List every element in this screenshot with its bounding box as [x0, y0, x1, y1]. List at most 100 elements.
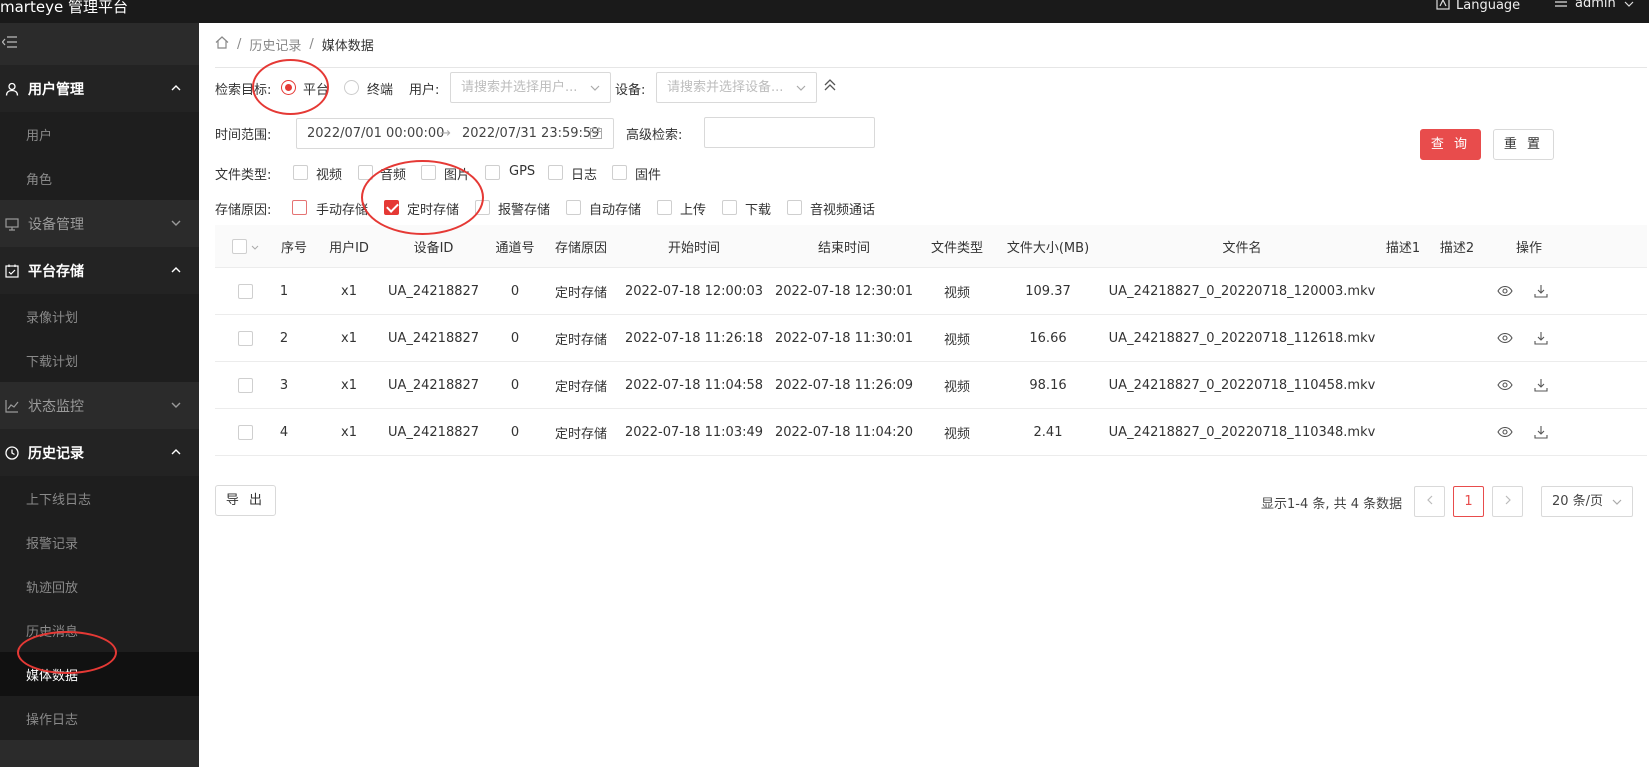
row-checkbox-cell[interactable]: [225, 268, 265, 314]
cell-file-name: UA_24218827_0_20220718_110458.mkv: [1108, 377, 1376, 393]
reason-download-checkbox[interactable]: [722, 200, 737, 215]
time-range-picker[interactable]: 2022/07/01 00:00:00 → 2022/07/31 23:59:5…: [296, 118, 614, 149]
row-checkbox[interactable]: [237, 377, 253, 393]
reason-manual-label[interactable]: 手动存储: [316, 199, 368, 218]
cell-file-name: UA_24218827_0_20220718_120003.mkv: [1108, 283, 1376, 299]
user-select[interactable]: 请搜索并选择用户...: [450, 72, 611, 103]
reason-scheduled-label[interactable]: 定时存储: [407, 199, 459, 218]
filetype-firmware-label[interactable]: 固件: [635, 164, 661, 183]
filetype-gps-checkbox[interactable]: [485, 165, 500, 180]
sidebar-item-alarm-records[interactable]: 报警记录: [0, 520, 199, 564]
menu-icon: [1555, 0, 1567, 11]
chevron-down-icon[interactable]: [251, 239, 259, 254]
filetype-video-checkbox[interactable]: [293, 165, 308, 180]
reason-upload-checkbox[interactable]: [657, 200, 672, 215]
sidebar-collapse-button[interactable]: [0, 23, 199, 65]
page-1-button[interactable]: 1: [1453, 486, 1484, 517]
filetype-image-checkbox[interactable]: [421, 165, 436, 180]
reason-upload-label[interactable]: 上传: [680, 199, 706, 218]
sidebar-item-history-messages[interactable]: 历史消息: [0, 608, 199, 652]
cell-file-type: 视频: [943, 285, 970, 301]
reason-manual-checkbox[interactable]: [292, 200, 307, 215]
page-size-select[interactable]: 20 条/页: [1541, 486, 1633, 517]
reason-alarm-checkbox[interactable]: [475, 200, 490, 215]
reason-alarm-label[interactable]: 报警存储: [498, 199, 550, 218]
download-icon[interactable]: [1521, 409, 1561, 455]
eye-icon[interactable]: [1485, 409, 1525, 455]
row-checkbox-cell[interactable]: [225, 409, 265, 455]
row-checkbox-cell[interactable]: [225, 362, 265, 408]
filetype-audio-checkbox[interactable]: [358, 165, 373, 180]
sidebar-item-record-plan[interactable]: 录像计划: [0, 294, 199, 338]
sidebar-item-online-log[interactable]: 上下线日志: [0, 476, 199, 520]
language-switcher[interactable]: Language: [1436, 0, 1520, 14]
sidebar-item-operation-log[interactable]: 操作日志: [0, 696, 199, 740]
table-row: 1 x1 UA_24218827 0 定时存储 2022-07-18 12:00…: [215, 268, 1647, 315]
filetype-image-label[interactable]: 图片: [444, 164, 470, 183]
row-checkbox[interactable]: [237, 283, 253, 299]
download-icon[interactable]: [1521, 268, 1561, 314]
filetype-gps-label[interactable]: GPS: [509, 164, 535, 179]
reason-auto-checkbox[interactable]: [566, 200, 581, 215]
sidebar-item-media-data[interactable]: 媒体数据: [0, 652, 199, 696]
eye-icon[interactable]: [1485, 362, 1525, 408]
sidebar-group-status-monitor[interactable]: 状态监控: [0, 382, 199, 429]
column-header: 设备ID: [413, 240, 454, 256]
sidebar-item-users[interactable]: 用户: [0, 112, 199, 156]
column-header: 通道号: [495, 240, 535, 256]
row-checkbox[interactable]: [237, 424, 253, 440]
sidebar-item-download-plan[interactable]: 下载计划: [0, 338, 199, 382]
filetype-audio-label[interactable]: 音频: [380, 164, 406, 183]
eye-icon[interactable]: [1485, 268, 1525, 314]
filetype-log-label[interactable]: 日志: [571, 164, 597, 183]
query-button[interactable]: 查 询: [1420, 129, 1481, 160]
device-select[interactable]: 请搜索并选择设备...: [656, 72, 817, 103]
next-page-button[interactable]: [1492, 486, 1523, 517]
reason-auto-label[interactable]: 自动存储: [589, 199, 641, 218]
time-start[interactable]: 2022/07/01 00:00:00: [307, 119, 444, 148]
target-platform-radio[interactable]: [281, 80, 296, 95]
row-checkbox[interactable]: [237, 330, 253, 346]
reset-button[interactable]: 重 置: [1493, 129, 1554, 160]
user-menu[interactable]: admin: [1555, 0, 1634, 11]
time-end[interactable]: 2022/07/31 23:59:59: [462, 119, 599, 148]
sidebar-group-history[interactable]: 历史记录: [0, 429, 199, 476]
prev-page-button[interactable]: [1414, 486, 1445, 517]
calendar-check-icon: [4, 263, 20, 279]
target-terminal-radio[interactable]: [344, 80, 359, 95]
filetype-firmware-checkbox[interactable]: [612, 165, 627, 180]
download-icon[interactable]: [1521, 362, 1561, 408]
sidebar-item-roles[interactable]: 角色: [0, 156, 199, 200]
advanced-search-label: 高级检索:: [626, 128, 683, 143]
reason-av-call-label[interactable]: 音视频通话: [810, 199, 875, 218]
filetype-video-label[interactable]: 视频: [316, 164, 342, 183]
cell-file-name: UA_24218827_0_20220718_110348.mkv: [1108, 424, 1376, 440]
reason-av-call-checkbox[interactable]: [787, 200, 802, 215]
user-select-placeholder: 请搜索并选择用户...: [461, 80, 578, 95]
reason-download-label[interactable]: 下载: [745, 199, 771, 218]
eye-icon[interactable]: [1485, 315, 1525, 361]
cell-device-id: UA_24218827: [387, 377, 480, 393]
column-header: 文件名: [1222, 240, 1262, 256]
cell-file-type: 视频: [943, 379, 970, 395]
filetype-log-checkbox[interactable]: [548, 165, 563, 180]
breadcrumb-parent[interactable]: 历史记录: [249, 35, 301, 54]
select-all-checkbox[interactable]: [231, 238, 247, 254]
advanced-search-input[interactable]: [704, 117, 875, 148]
target-terminal-label[interactable]: 终端: [367, 79, 393, 98]
reason-scheduled-checkbox[interactable]: [384, 200, 399, 215]
select-all-checkbox-cell[interactable]: [225, 225, 265, 267]
row-checkbox-cell[interactable]: [225, 315, 265, 361]
collapse-filters-icon[interactable]: [824, 79, 836, 95]
chevron-left-icon: [1426, 494, 1433, 509]
target-platform-label[interactable]: 平台: [303, 79, 329, 98]
page-size-value: 20 条/页: [1552, 494, 1604, 509]
sidebar-group-platform-storage[interactable]: 平台存储: [0, 247, 199, 294]
sidebar-group-device-management[interactable]: 设备管理: [0, 200, 199, 247]
home-icon[interactable]: [215, 36, 229, 53]
sidebar-item-track-playback[interactable]: 轨迹回放: [0, 564, 199, 608]
main-content: / 历史记录 / 媒体数据 检索目标: 平台 终端 用户: 请搜索并选择用户..…: [199, 23, 1649, 767]
download-icon[interactable]: [1521, 315, 1561, 361]
export-button[interactable]: 导 出: [215, 485, 276, 516]
sidebar-group-user-management[interactable]: 用户管理: [0, 65, 199, 112]
